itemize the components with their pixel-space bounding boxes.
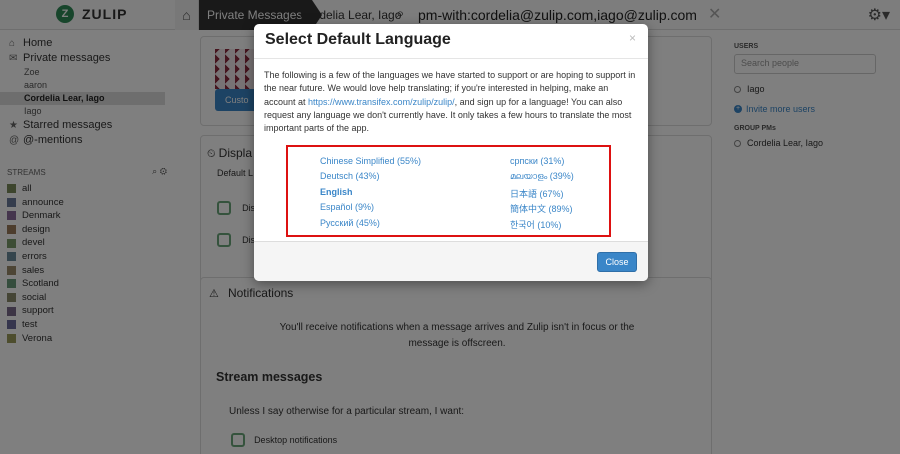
modal-title: Select Default Language xyxy=(265,31,451,48)
language-option-current[interactable]: English xyxy=(320,187,353,197)
language-option[interactable]: Deutsch (43%) xyxy=(320,171,380,181)
language-option[interactable]: Español (9%) xyxy=(320,202,374,212)
select-language-modal: Select Default Language × The following … xyxy=(254,24,648,281)
modal-footer: Close xyxy=(254,241,648,281)
language-option[interactable]: Русский (45%) xyxy=(320,218,380,228)
close-icon[interactable]: × xyxy=(629,31,636,45)
close-button[interactable]: Close xyxy=(597,252,637,272)
transifex-link[interactable]: https://www.transifex.com/zulip/zulip/ xyxy=(308,97,455,107)
language-option[interactable]: മലയാളം (39%) xyxy=(510,171,574,182)
modal-header: Select Default Language × xyxy=(254,24,648,59)
modal-description: The following is a few of the languages … xyxy=(264,69,638,135)
language-option[interactable]: 日本語 (67%) xyxy=(510,187,564,200)
language-list: Chinese Simplified (55%) Deutsch (43%) E… xyxy=(286,145,611,237)
language-option[interactable]: српски (31%) xyxy=(510,156,564,166)
language-option[interactable]: Chinese Simplified (55%) xyxy=(320,156,421,166)
language-option[interactable]: 한국어 (10%) xyxy=(510,218,561,231)
language-option[interactable]: 簡体中文 (89%) xyxy=(510,202,573,215)
